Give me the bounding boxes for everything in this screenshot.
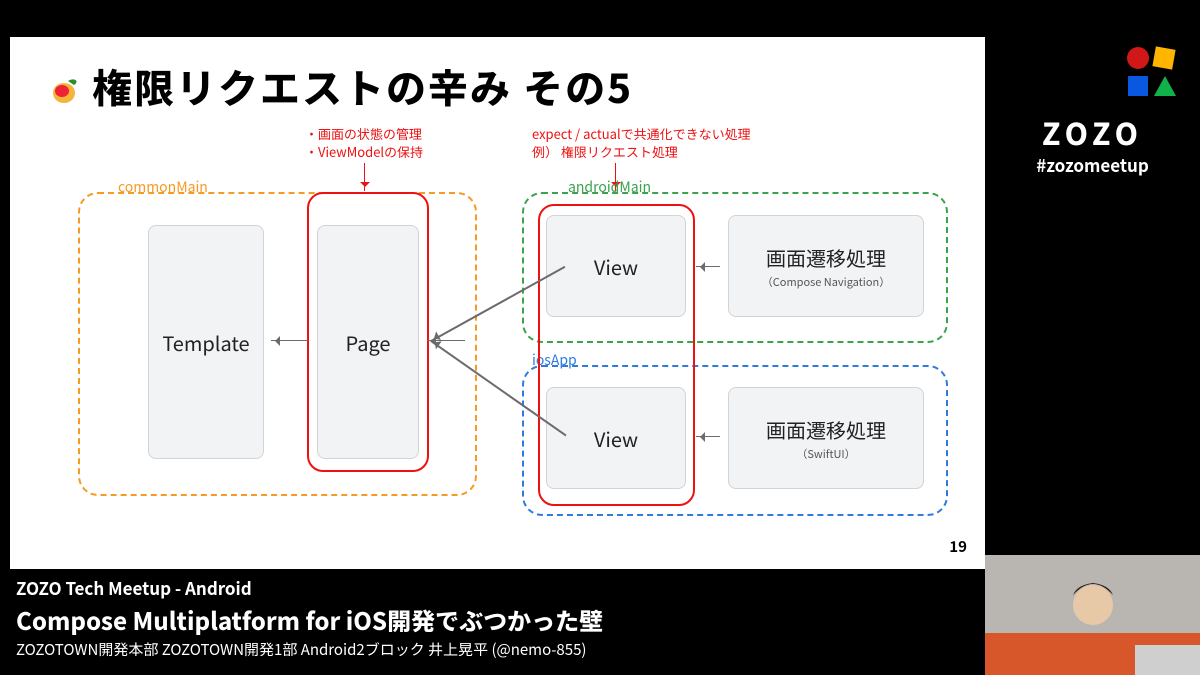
annotation-view: expect / actualで共通化できない処理 例） 権限リクエスト処理 [532, 125, 751, 160]
event-name: ZOZO Tech Meetup - Android [16, 575, 603, 600]
right-sidebar: ZOZO #zozomeetup [985, 0, 1200, 675]
card-view-ios: View [546, 387, 686, 489]
card-page: Page [317, 225, 419, 459]
slide-title: 権限リクエストの辛み その5 [50, 57, 633, 115]
mango-icon [50, 59, 82, 91]
card-view-android: View [546, 215, 686, 317]
annotation-page: ・画面の状態の管理 ・ViewModelの保持 [305, 125, 423, 160]
speaker-video-thumbnail [985, 555, 1200, 675]
zozo-wordmark: ZOZO [985, 110, 1200, 154]
presentation-slide: 権限リクエストの辛み その5 ・画面の状態の管理 ・ViewModelの保持 e… [10, 37, 985, 569]
event-hashtag: #zozomeetup [985, 152, 1200, 177]
card-navigation-android: 画面遷移処理（Compose Navigation） [728, 215, 924, 317]
talk-title: Compose Multiplatform for iOS開発でぶつかった壁 [16, 602, 603, 637]
card-navigation-ios: 画面遷移処理（SwiftUI） [728, 387, 924, 489]
annotation-arrow-page [364, 163, 365, 191]
title-text: 権限リクエストの辛み その5 [92, 57, 633, 115]
arrow-page-to-template [271, 340, 308, 341]
arrow-navandroid-to-viewandroid [696, 266, 720, 267]
card-template: Template [148, 225, 264, 459]
arrow-navios-to-viewios [696, 436, 720, 437]
speaker-credit: ZOZOTOWN開発本部 ZOZOTOWN開発1部 Android2ブロック 井… [16, 639, 603, 660]
page-number: 19 [949, 536, 967, 557]
zozo-logo-icon [1124, 44, 1178, 98]
footer: ZOZO Tech Meetup - Android Compose Multi… [16, 575, 603, 660]
